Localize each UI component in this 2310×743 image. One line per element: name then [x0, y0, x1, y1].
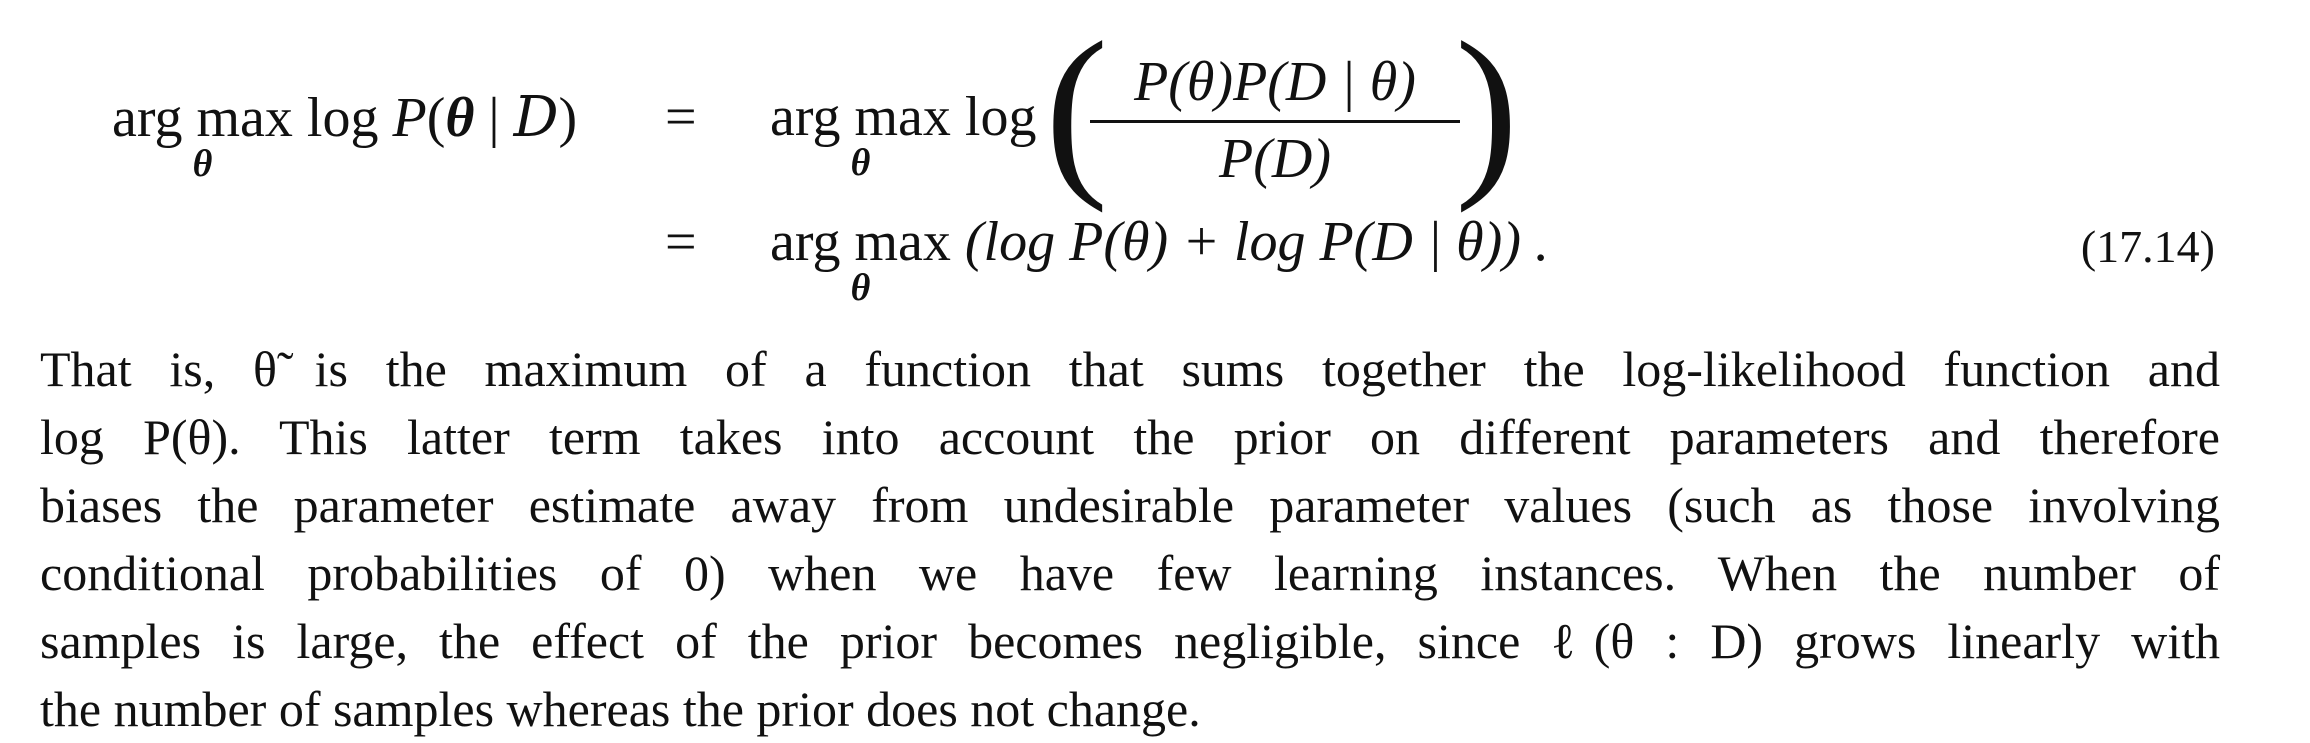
paragraph-line: That is, θ̃ is the maximum of a function… — [40, 341, 2220, 397]
log-label-rhs1: log — [964, 86, 1037, 148]
prob-symbol: P — [392, 87, 427, 149]
rhs2-body: (log P(θ) + log P(D | θ)) . — [964, 211, 1549, 273]
equals-sign-2: = — [665, 211, 697, 273]
equation-rhs-1: arg max θ log — [770, 85, 1037, 184]
equation-row-2: = arg max θ (log P(θ) + log P(D | θ)) . (… — [0, 175, 2310, 325]
fraction-bar — [1090, 120, 1460, 123]
equation-lhs: arg max θ log P(θ | D) — [112, 85, 578, 185]
equation-rhs-2: arg max θ (log P(θ) + log P(D | θ)) . — [770, 210, 1549, 309]
argmax-label: arg max — [112, 87, 293, 149]
theta-symbol: θ — [445, 87, 475, 149]
fraction-numerator: P(θ)P(D | θ) — [1134, 51, 1416, 113]
equation-row-1: arg max θ log P(θ | D) = arg max θ log ( P… — [0, 4, 2310, 214]
body-paragraph: That is, θ̃ is the maximum of a function… — [40, 335, 2220, 743]
fraction: P(θ)P(D | θ) P(D) — [1090, 50, 1460, 191]
argmax-label-rhs2: arg max — [770, 211, 951, 273]
paragraph-line: conditional probabilities of 0) when we … — [40, 545, 2220, 601]
paragraph-line: biases the parameter estimate away from … — [40, 477, 2220, 533]
paren-open: ( — [426, 87, 446, 149]
argmax-label-rhs1: arg max — [770, 86, 951, 148]
paragraph-line: log P(θ). This latter term takes into ac… — [40, 409, 2220, 465]
data-symbol: D — [513, 85, 559, 150]
paren-close: ) — [558, 87, 578, 149]
paragraph-line: the number of samples whereas the prior … — [40, 681, 1201, 737]
argmax-operator-rhs2: arg max θ — [770, 210, 951, 309]
argmax-subscript-rhs2: θ — [850, 267, 871, 309]
conditional-bar: | — [474, 87, 514, 149]
log-label: log — [306, 87, 379, 149]
argmax-operator-rhs1: arg max θ — [770, 85, 951, 184]
equation-number: (17.14) — [2080, 221, 2215, 272]
paragraph-line: samples is large, the effect of the prio… — [40, 613, 2220, 669]
argmax-operator: arg max θ — [112, 86, 293, 185]
equals-sign-1: = — [665, 86, 697, 148]
